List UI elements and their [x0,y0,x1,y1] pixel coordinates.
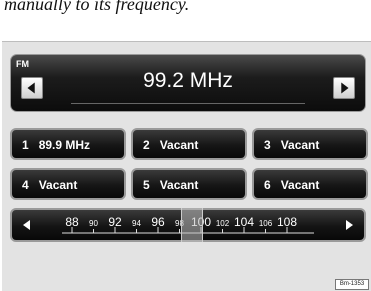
preset-button-5[interactable]: 5 Vacant [131,168,247,200]
preset-label: Vacant [38,178,78,192]
display-divider [71,103,305,104]
preset-number: 3 [264,138,271,152]
preset-button-3[interactable]: 3 Vacant [252,128,368,160]
preset-number: 6 [264,178,271,192]
scale-tick-label: 90 [89,219,98,228]
scale-tick-label: 96 [151,215,165,229]
preset-label: Vacant [159,138,199,152]
current-frequency: 99.2 MHz [143,69,233,92]
preset-button-2[interactable]: 2 Vacant [131,128,247,160]
scale-tick-label: 102 [215,219,230,228]
preset-label: Vacant [159,178,199,192]
preset-button-1[interactable]: 1 89.9 MHz [10,128,126,160]
seek-up-button[interactable] [333,77,355,99]
figure-id: Bm-1353 [335,279,369,290]
scale-tick-label: 104 [233,215,255,229]
preset-button-4[interactable]: 4 Vacant [10,168,126,200]
preset-label: Vacant [280,178,320,192]
frequency-display: FM 99.2 MHz [10,54,366,112]
preset-button-6[interactable]: 6 Vacant [252,168,368,200]
tuning-scale[interactable]: 889092949698100102104106108 [10,208,366,242]
preset-number: 1 [22,138,29,152]
preset-label: 89.9 MHz [38,138,91,152]
preset-number: 5 [143,178,150,192]
caption-text: manually to its frequency. [4,0,190,14]
scale-tick-label: 94 [132,219,141,228]
radio-screen: FM 99.2 MHz 1 89.9 MHz 2 Vacant 3 Vacant 4V… [2,41,371,291]
band-label: FM [16,59,29,69]
triangle-right-icon [341,82,349,94]
scale-tick-label: 92 [108,215,122,229]
scale-tick-label: 106 [258,219,273,228]
preset-number: 4 [22,178,29,192]
scale-tick-label: 88 [65,215,79,229]
preset-label: Vacant [280,138,320,152]
tuning-needle[interactable] [181,208,204,242]
scale-tick-label: 108 [276,215,298,229]
preset-number: 2 [143,138,150,152]
scale-right-arrow-icon[interactable] [342,218,356,232]
